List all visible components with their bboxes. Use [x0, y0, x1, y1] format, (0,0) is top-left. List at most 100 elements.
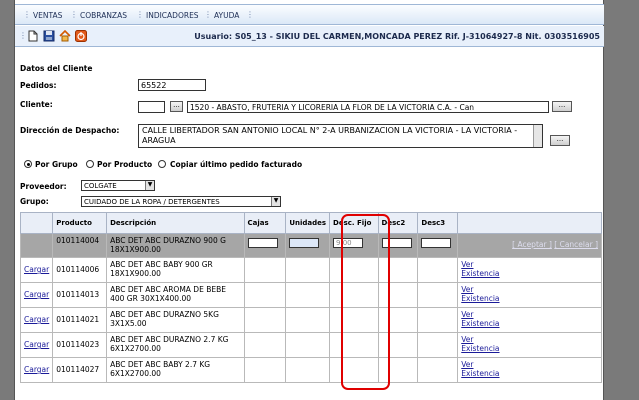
table-cell: Ver Existencia [457, 307, 602, 333]
cliente-label: Cliente: [20, 100, 53, 109]
table-cell: Ver Existencia [457, 357, 602, 383]
table-cell [243, 307, 287, 333]
cliente-lookup-button[interactable]: ... [170, 101, 183, 112]
radio-por-grupo[interactable] [24, 160, 32, 168]
chevron-down-icon: ▼ [271, 197, 280, 206]
table-cell [417, 282, 459, 308]
radio-por-producto-label: Por Producto [97, 160, 153, 169]
table-cell: Cargar [19, 332, 54, 358]
proveedor-label: Proveedor: [20, 182, 67, 191]
ver-existencia-link[interactable]: Ver Existencia [461, 310, 501, 328]
ver-existencia-link[interactable]: Ver Existencia [461, 360, 501, 378]
product-description: ABC DET ABC BABY 900 GR 18X1X900.00 [106, 257, 245, 283]
pedidos-field[interactable]: 65522 [138, 79, 206, 91]
ver-existencia-link[interactable]: Ver Existencia [461, 335, 501, 353]
header-producto: Producto [52, 212, 108, 234]
header-unidades: Unidades [285, 212, 331, 234]
menu-separator: ⋮ [246, 10, 254, 19]
table-row: Cargar 010114013 ABC DET ABC AROMA DE BE… [19, 282, 602, 308]
product-code: 010114023 [52, 332, 108, 358]
table-row: Cargar 010114006 ABC DET ABC BABY 900 GR… [19, 257, 602, 283]
product-description: ABC DET ABC AROMA DE BEBE 400 GR 30X1X40… [106, 282, 245, 308]
direccion-text: CALLE LIBERTADOR SAN ANTONIO LOCAL N° 2-… [142, 126, 518, 145]
proveedor-select-value: COLGATE [84, 182, 117, 190]
radio-copiar-pedido[interactable] [158, 160, 166, 168]
table-cell [243, 332, 287, 358]
textarea-scrollbar[interactable] [533, 125, 542, 147]
menu-separator: ⋮ [23, 10, 31, 19]
header-desc3: Desc3 [417, 212, 459, 234]
unidades-input[interactable] [289, 238, 320, 248]
product-code: 010114027 [52, 357, 108, 383]
product-code: 010114021 [52, 307, 108, 333]
table-cell [285, 357, 331, 383]
cliente-search-button[interactable]: ... [552, 101, 572, 112]
table-cell: Ver Existencia [457, 257, 602, 283]
product-code: 010114013 [52, 282, 108, 308]
menu-bar: ⋮ VENTAS ⋮ COBRANZAS ⋮ INDICADORES ⋮ AYU… [15, 4, 604, 25]
product-description: ABC DET ABC DURAZNO 2.7 KG 6X1X2700.00 [106, 332, 245, 358]
menu-ayuda[interactable]: AYUDA [214, 11, 239, 20]
table-cell [417, 357, 459, 383]
product-code: 010114004 [52, 233, 108, 258]
desc3-input[interactable] [421, 238, 452, 248]
table-cell: Cargar [19, 257, 54, 283]
radio-copiar-pedido-label: Copiar último pedido facturado [170, 160, 303, 169]
table-cell [243, 282, 287, 308]
products-table: Producto Descripción Cajas Unidades Desc… [19, 212, 602, 383]
section-title: Datos del Cliente [20, 64, 93, 73]
desc-fijo-highlight [341, 214, 390, 390]
cliente-code-field[interactable] [138, 101, 165, 113]
grupo-select-value: CUIDADO DE LA ROPA / DETERGENTES [84, 198, 220, 206]
chevron-down-icon: ▼ [145, 181, 154, 190]
ver-existencia-link[interactable]: Ver Existencia [461, 260, 501, 278]
table-header-row: Producto Descripción Cajas Unidades Desc… [19, 212, 602, 234]
table-cell [285, 307, 331, 333]
table-cell [285, 332, 331, 358]
menu-separator: ⋮ [136, 10, 144, 19]
table-cell: Cargar [19, 307, 54, 333]
menu-separator: ⋮ [204, 10, 212, 19]
app-frame: ⋮ VENTAS ⋮ COBRANZAS ⋮ INDICADORES ⋮ AYU… [14, 0, 604, 400]
table-row: Cargar 010114021 ABC DET ABC DURAZNO 5KG… [19, 307, 602, 333]
grupo-label: Grupo: [20, 197, 49, 206]
cargar-link[interactable]: Cargar [24, 340, 49, 349]
menu-indicadores[interactable]: INDICADORES [146, 11, 199, 20]
home-icon[interactable] [59, 30, 71, 42]
cancelar-link[interactable]: [ Cancelar ] [554, 240, 598, 249]
proveedor-select[interactable]: COLGATE ▼ [81, 180, 155, 191]
table-cell [285, 282, 331, 308]
cargar-link[interactable]: Cargar [24, 265, 49, 274]
table-cell [285, 233, 331, 258]
cliente-name-field[interactable]: 1520 - ABASTO, FRUTERIA Y LICORERIA LA F… [187, 101, 549, 113]
product-description: ABC DET ABC DURAZNO 5KG 3X1X5.00 [106, 307, 245, 333]
table-cell: Cargar [19, 282, 54, 308]
cajas-input[interactable] [247, 238, 278, 248]
exit-icon[interactable] [75, 30, 87, 42]
menu-cobranzas[interactable]: COBRANZAS [80, 11, 127, 20]
header-descripcion: Descripción [106, 212, 245, 234]
table-edit-row: 010114004 ABC DET ABC DURAZNO 900 G 18X1… [19, 233, 602, 258]
header-cell [457, 212, 602, 234]
table-cell [243, 257, 287, 283]
table-cell: [ Aceptar ] [ Cancelar ] [457, 233, 602, 258]
table-cell [417, 332, 459, 358]
direccion-button[interactable]: ... [550, 135, 570, 146]
cargar-link[interactable]: Cargar [24, 315, 49, 324]
table-cell: Ver Existencia [457, 282, 602, 308]
cargar-link[interactable]: Cargar [24, 365, 49, 374]
table-cell: Ver Existencia [457, 332, 602, 358]
save-icon[interactable] [43, 30, 55, 42]
table-row: Cargar 010114027 ABC DET ABC BABY 2.7 KG… [19, 357, 602, 383]
radio-por-producto[interactable] [86, 160, 94, 168]
aceptar-link[interactable]: [ Aceptar ] [512, 240, 552, 249]
ver-existencia-link[interactable]: Ver Existencia [461, 285, 501, 303]
table-cell: Cargar [19, 357, 54, 383]
table-cell [417, 257, 459, 283]
menu-ventas[interactable]: VENTAS [33, 11, 62, 20]
toolbar-separator: ⋮ [19, 31, 27, 40]
new-document-icon[interactable] [27, 30, 39, 42]
grupo-select[interactable]: CUIDADO DE LA ROPA / DETERGENTES ▼ [81, 196, 281, 207]
cargar-link[interactable]: Cargar [24, 290, 49, 299]
direccion-textarea[interactable]: CALLE LIBERTADOR SAN ANTONIO LOCAL N° 2-… [138, 124, 543, 148]
